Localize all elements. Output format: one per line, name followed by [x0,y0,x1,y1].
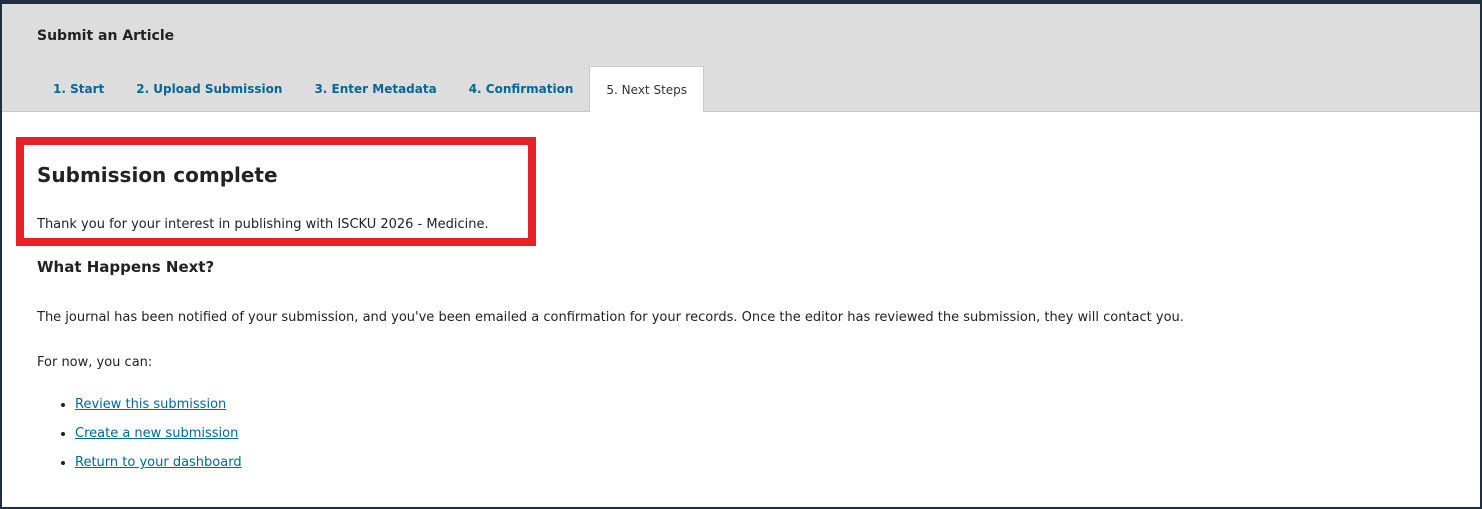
list-item: Create a new submission [75,425,242,454]
wizard-tabs: 1. Start 2. Upload Submission 3. Enter M… [37,66,705,112]
main-content: Submission complete Thank you for your i… [2,111,1480,507]
notification-text: The journal has been notified of your su… [37,310,1184,325]
review-submission-link[interactable]: Review this submission [75,397,226,412]
submission-complete-heading: Submission complete [37,163,278,187]
tab-start[interactable]: 1. Start [37,66,120,112]
list-item: Review this submission [75,396,242,425]
create-new-submission-link[interactable]: Create a new submission [75,426,238,441]
return-to-dashboard-link[interactable]: Return to your dashboard [75,455,242,470]
page-header: Submit an Article 1. Start 2. Upload Sub… [2,4,1480,112]
for-now-text: For now, you can: [37,355,153,370]
tab-enter-metadata[interactable]: 3. Enter Metadata [298,66,452,112]
thank-you-text: Thank you for your interest in publishin… [37,217,489,232]
page-title: Submit an Article [37,28,175,44]
window-frame: Submit an Article 1. Start 2. Upload Sub… [0,0,1482,509]
what-happens-next-heading: What Happens Next? [37,258,215,276]
tab-confirmation[interactable]: 4. Confirmation [453,66,590,112]
tab-next-steps[interactable]: 5. Next Steps [589,66,705,112]
next-actions-list: Review this submission Create a new subm… [37,396,242,483]
list-item: Return to your dashboard [75,454,242,483]
tab-upload-submission[interactable]: 2. Upload Submission [120,66,298,112]
